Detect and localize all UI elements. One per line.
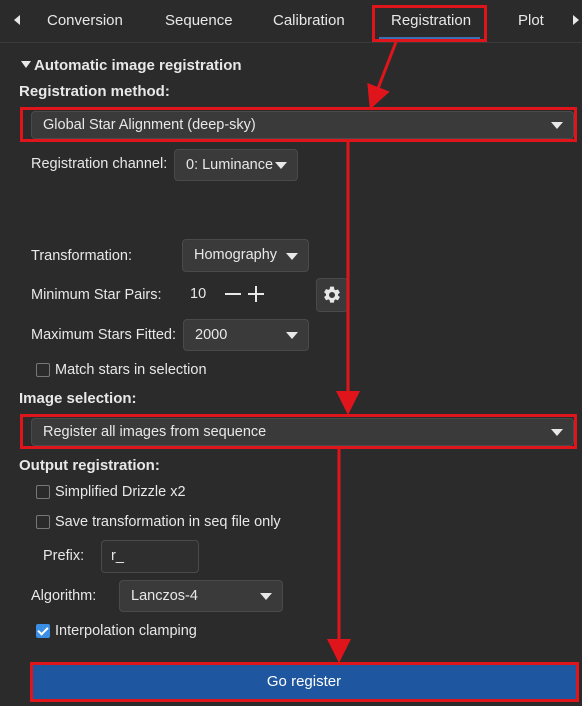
annotation-arrows <box>327 41 398 663</box>
arrow-tab-to-method <box>367 41 398 110</box>
